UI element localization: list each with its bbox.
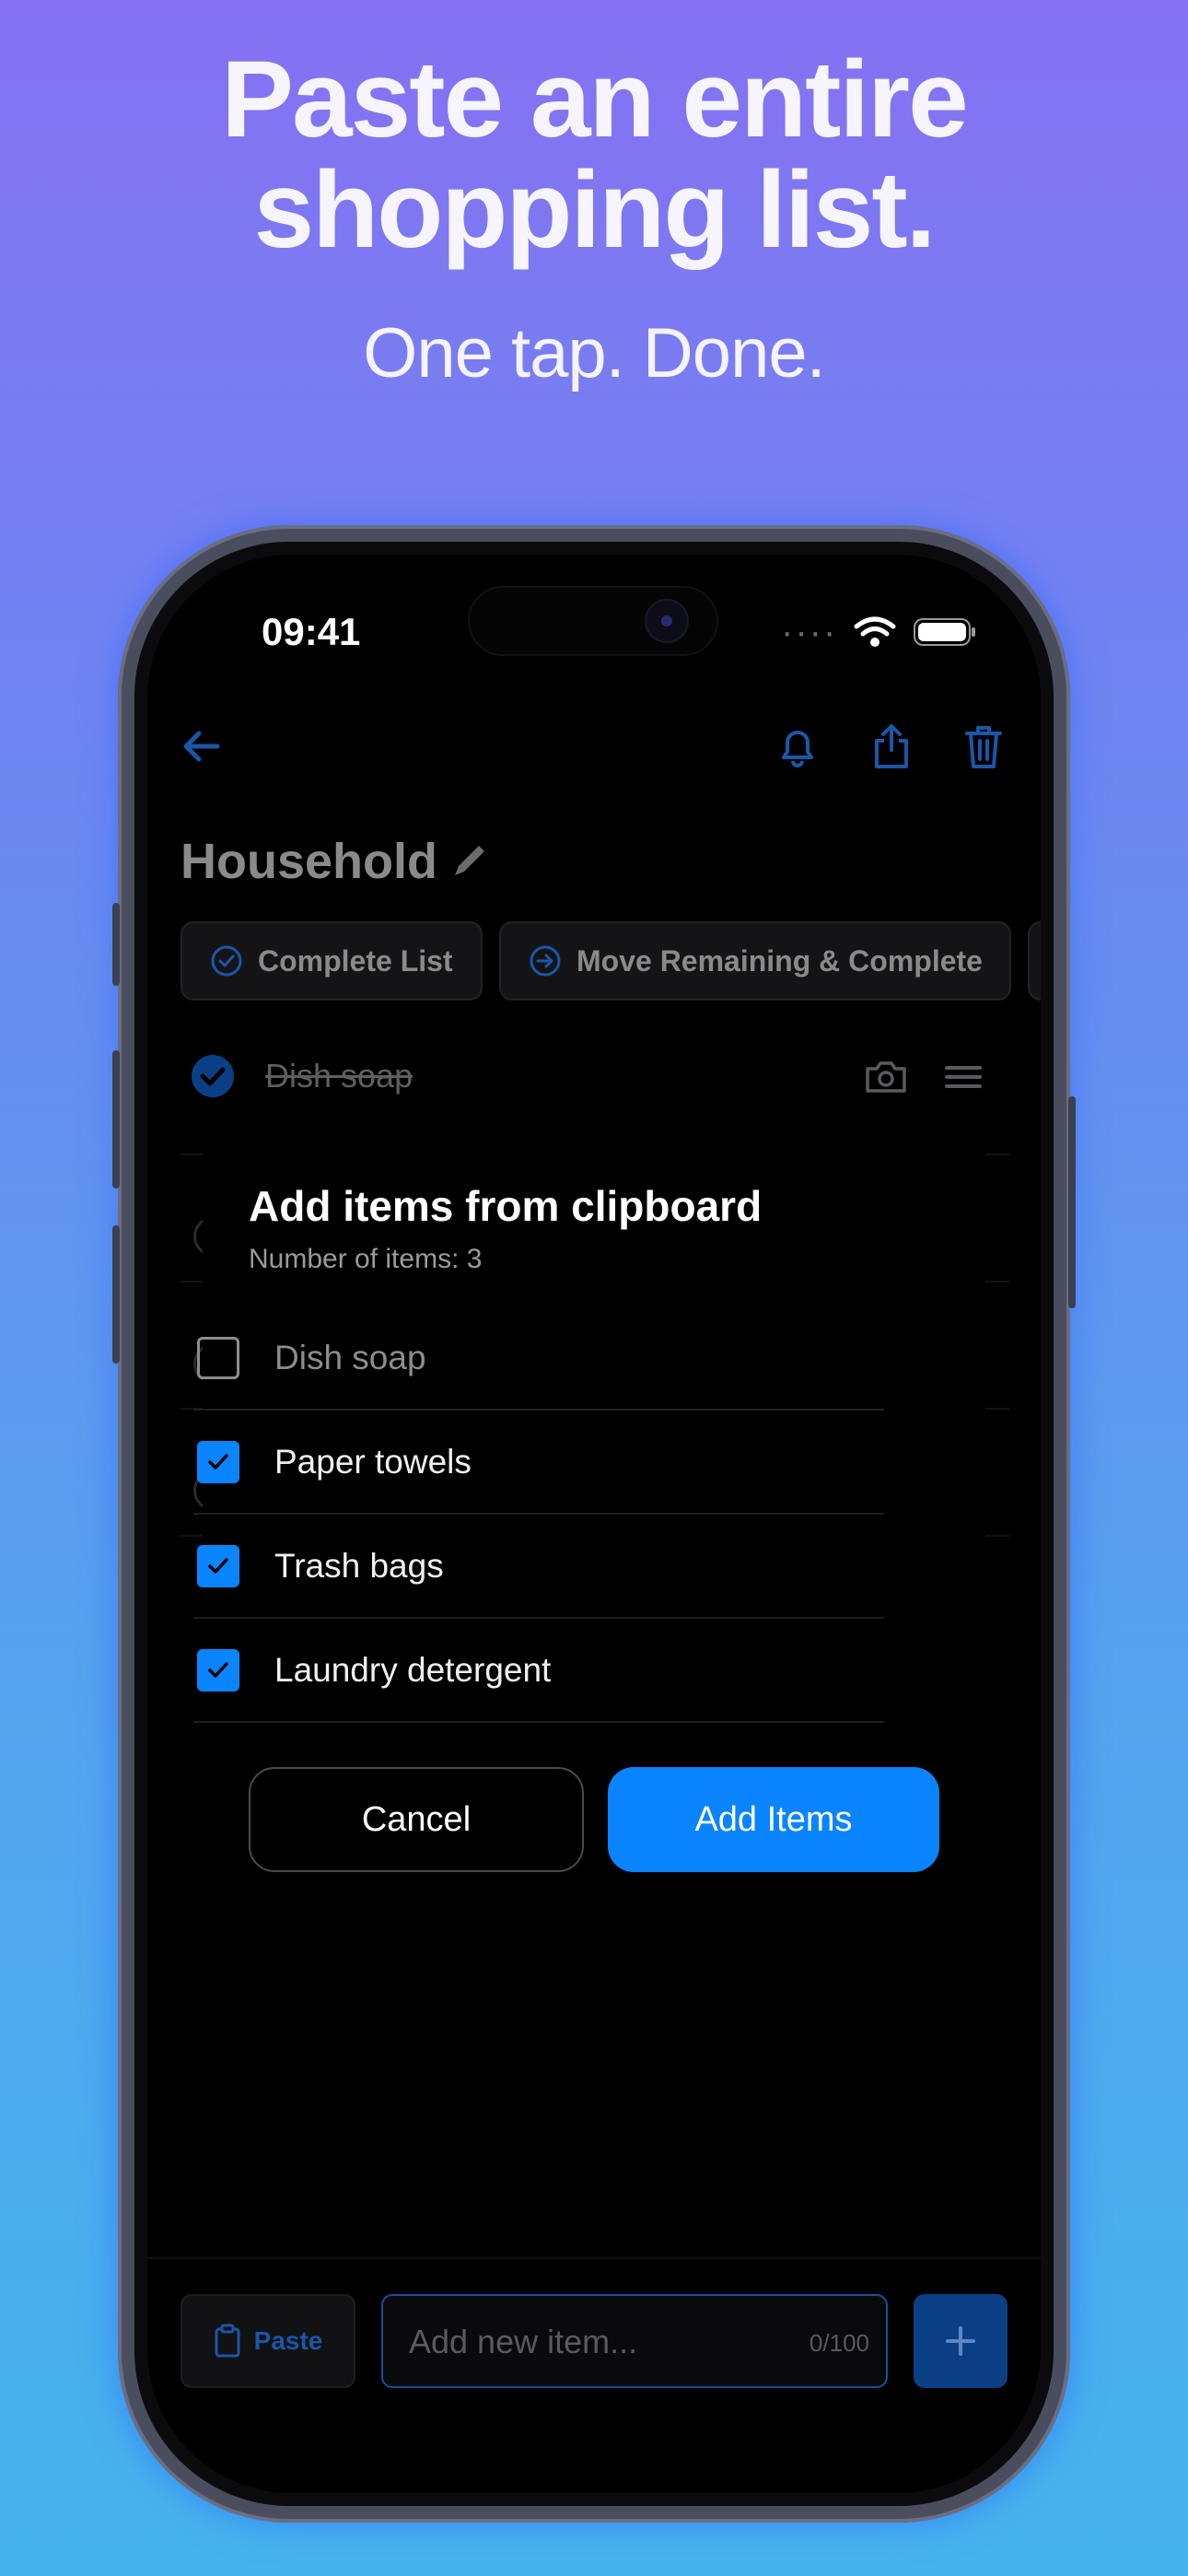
character-counter: 0/100 [809, 2329, 869, 2357]
dialog-title: Add items from clipboard [249, 1182, 763, 1230]
phone-screen: 09:41 ···· Household Complete List Move … [147, 555, 1041, 2493]
checkbox-checked-icon[interactable] [197, 1440, 239, 1483]
status-time: 09:41 [262, 610, 361, 653]
phone-volume-down-button [112, 1225, 120, 1364]
camera-lens [645, 599, 689, 643]
clipboard-item[interactable]: Paper towels [193, 1411, 884, 1515]
checkbox-unchecked-icon[interactable] [197, 1336, 239, 1379]
add-items-button[interactable]: Add Items [608, 1767, 939, 1872]
marketing-headline: Paste an entire shopping list. [0, 44, 1188, 265]
drag-handle-icon[interactable] [943, 1063, 984, 1091]
dialog-item-count: Number of items: 3 [249, 1244, 483, 1274]
complete-list-button[interactable]: Complete List [181, 921, 483, 1001]
bottom-bar-divider [147, 2257, 1041, 2259]
status-icons: ···· [781, 614, 977, 650]
trash-icon[interactable] [956, 719, 1011, 774]
move-remaining-label: Move Remaining & Complete [577, 943, 983, 978]
wifi-icon [854, 616, 896, 647]
arrow-circle-icon [530, 945, 561, 977]
list-item-label: Dish soap [265, 1057, 413, 1095]
paste-button[interactable]: Paste [181, 2294, 355, 2388]
phone-power-button [1068, 1096, 1076, 1308]
phone-action-button [112, 903, 120, 986]
marketing-subheadline: One tap. Done. [363, 314, 825, 392]
list-title: Household [181, 834, 437, 889]
phone-volume-up-button [112, 1050, 120, 1188]
check-circle-icon [211, 945, 242, 977]
clipboard-item-label: Laundry detergent [274, 1650, 552, 1689]
clipboard-item-label: Trash bags [274, 1546, 444, 1585]
checkbox-checked-icon[interactable] [197, 1544, 239, 1587]
arrow-left-icon[interactable] [173, 719, 228, 774]
battery-icon [914, 618, 976, 646]
plus-icon [946, 2326, 975, 2356]
new-item-input[interactable] [409, 2318, 777, 2366]
clipboard-item-label: Dish soap [274, 1338, 426, 1376]
headline-line-2: shopping list. [253, 149, 937, 271]
move-remaining-complete-button[interactable]: Move Remaining & Complete [499, 921, 1011, 1001]
complete-list-label: Complete List [258, 943, 453, 978]
clipboard-item-label: Paper towels [274, 1442, 472, 1481]
list-item[interactable]: Dish soap [181, 1030, 1009, 1122]
headline-line-1: Paste an entire [221, 39, 968, 160]
clipboard-icon [215, 2324, 240, 2358]
add-item-button[interactable] [914, 2294, 1007, 2388]
cancel-button[interactable]: Cancel [249, 1767, 584, 1872]
signal-dots-icon: ···· [781, 612, 838, 652]
pencil-icon[interactable] [449, 840, 490, 881]
camera-icon[interactable] [864, 1058, 908, 1095]
checked-circle-icon[interactable] [190, 1053, 236, 1099]
paste-label: Paste [253, 2326, 323, 2355]
overflow-chip[interactable] [1028, 921, 1041, 1001]
clipboard-item[interactable]: Dish soap [193, 1306, 884, 1411]
checkbox-checked-icon[interactable] [197, 1648, 239, 1692]
clipboard-item[interactable]: Laundry detergent [193, 1619, 884, 1723]
new-item-field[interactable]: 0/100 [381, 2294, 888, 2388]
bell-icon[interactable] [770, 719, 825, 774]
clipboard-item[interactable]: Trash bags [193, 1515, 884, 1619]
share-icon[interactable] [864, 719, 919, 774]
